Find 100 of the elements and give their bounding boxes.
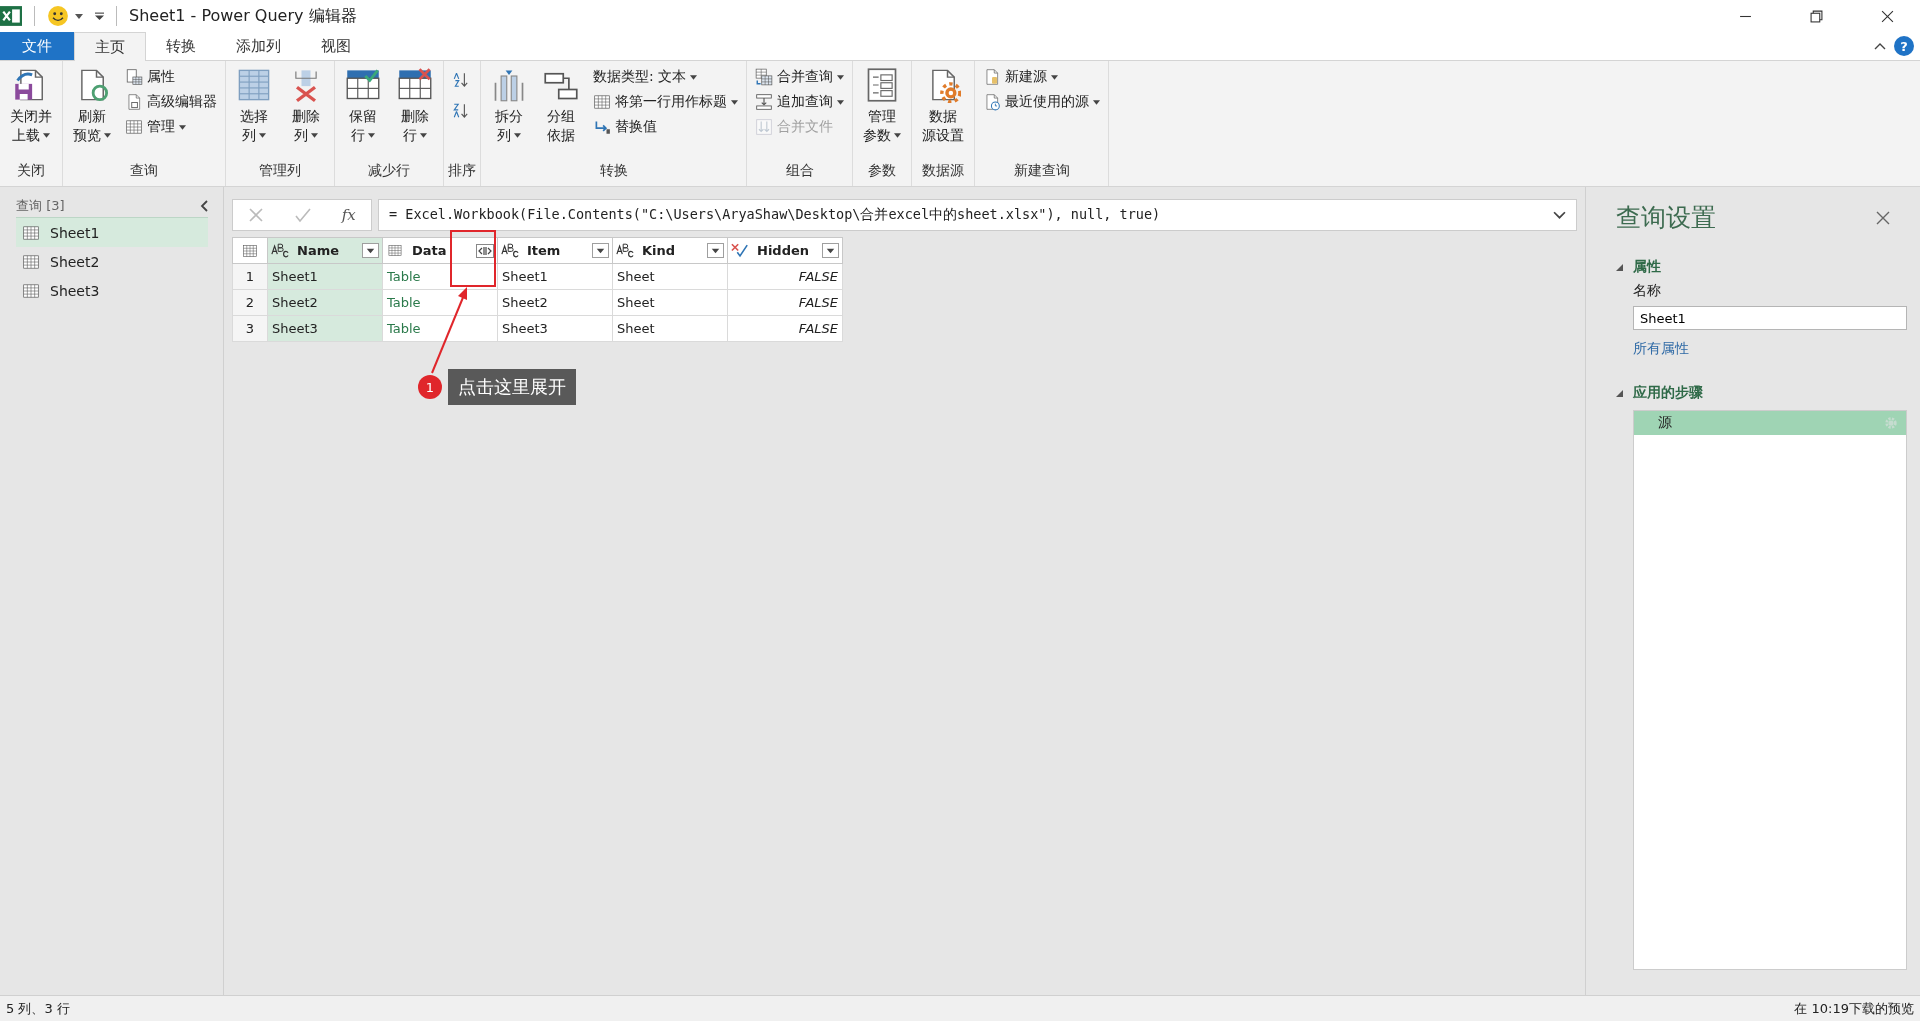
caret-icon — [311, 133, 318, 138]
table-icon — [22, 223, 40, 242]
caret-icon — [43, 133, 50, 138]
ribbon-button[interactable]: 保留 行 — [339, 65, 387, 147]
collapse-triangle-icon[interactable] — [1616, 389, 1623, 397]
ribbon-button[interactable]: 数据类型: 文本 — [589, 65, 742, 89]
name-field[interactable]: Sheet1 — [1633, 306, 1907, 330]
table-type-icon[interactable] — [386, 243, 404, 258]
text-type-icon[interactable] — [501, 243, 519, 258]
filter-dropdown-icon[interactable] — [362, 243, 379, 258]
logical-type-icon[interactable] — [731, 243, 749, 258]
ribbon-button[interactable]: 最近使用的源 — [979, 90, 1104, 114]
expand-column-icon[interactable] — [476, 243, 494, 258]
caret-icon[interactable] — [75, 13, 83, 19]
filter-dropdown-icon[interactable] — [822, 243, 839, 258]
caret-icon — [420, 133, 427, 138]
ribbon-button[interactable]: 拆分 列 — [485, 65, 533, 147]
group-label: 组合 — [784, 161, 815, 180]
ribbon-button[interactable]: 属性 — [121, 65, 221, 89]
caret-icon — [368, 133, 375, 138]
help-button[interactable]: ? — [1894, 36, 1914, 56]
ribbon-button[interactable]: 刷新 预览 — [67, 65, 117, 147]
ribbon-tab[interactable]: 文件 — [0, 32, 74, 60]
caret-icon — [1051, 74, 1058, 80]
customize-menu-icon[interactable] — [95, 11, 104, 21]
caret-icon — [1093, 99, 1100, 105]
ribbon-tab[interactable]: 视图 — [301, 32, 371, 60]
table-icon — [125, 118, 143, 136]
append-icon — [755, 93, 773, 111]
smiley-icon[interactable] — [47, 5, 69, 27]
query-item[interactable]: Sheet3 — [16, 276, 208, 305]
query-item[interactable]: Sheet1 — [16, 218, 208, 247]
caret-icon — [104, 133, 111, 138]
text-type-icon[interactable] — [271, 243, 289, 258]
step-item[interactable]: 源 — [1634, 411, 1906, 435]
row-number: 3 — [232, 315, 268, 342]
column-header[interactable]: Name — [267, 237, 383, 264]
column-header[interactable]: Kind — [612, 237, 728, 264]
combine-files-icon — [755, 118, 773, 136]
collapse-pane-icon[interactable] — [200, 200, 208, 212]
ribbon-button[interactable]: 分组 依据 — [537, 65, 585, 147]
formula-field[interactable]: = Excel.Workbook(File.Contents("C:\Users\AryaShaw\Desktop\合并excel中的sheet.xlsx"), null, true) — [378, 199, 1577, 231]
close-icon[interactable] — [1881, 9, 1894, 23]
all-properties-link[interactable]: 所有属性 — [1633, 340, 1920, 358]
caret-icon — [259, 133, 266, 138]
group-label: 减少行 — [367, 161, 411, 180]
filter-dropdown-icon[interactable] — [592, 243, 609, 258]
ribbon-tab[interactable]: 主页 — [74, 32, 146, 61]
table-cell: Sheet1 — [497, 263, 613, 290]
query-item[interactable]: Sheet2 — [16, 247, 208, 276]
table-cell: Sheet — [612, 315, 728, 342]
status-text: 5 列、3 行 — [6, 999, 70, 1018]
table-cell: Table — [382, 315, 498, 342]
status-text: 在 10:19下载的预览 — [1794, 999, 1914, 1018]
ribbon-tab[interactable]: 转换 — [146, 32, 216, 60]
ribbon-button[interactable]: 高级编辑器 — [121, 90, 221, 114]
column-header[interactable]: Item — [497, 237, 613, 264]
collapse-ribbon-icon[interactable] — [1874, 42, 1886, 50]
fx-button[interactable]: fx — [341, 206, 356, 224]
restore-icon[interactable] — [1810, 9, 1823, 23]
ribbon-button[interactable]: 选择 列 — [230, 65, 278, 147]
sort-icon — [452, 102, 470, 120]
ribbon-button[interactable]: 关闭并 上载 — [4, 65, 58, 147]
ribbon-button[interactable]: 合并查询 — [751, 65, 848, 89]
collapse-triangle-icon[interactable] — [1616, 263, 1623, 271]
ribbon-button[interactable]: 新建源 — [979, 65, 1104, 89]
group-label: 参数 — [867, 161, 897, 180]
caret-icon — [690, 74, 698, 80]
ribbon-button[interactable]: 替换值 — [589, 115, 742, 139]
group-label: 管理列 — [258, 161, 302, 180]
table-cell: Sheet3 — [267, 315, 383, 342]
expand-formula-icon[interactable] — [1553, 210, 1566, 220]
ribbon-button[interactable]: 追加查询 — [751, 90, 848, 114]
table-cell: Sheet — [612, 289, 728, 316]
column-name: Hidden — [756, 243, 811, 258]
ribbon-button[interactable]: 管理 — [121, 115, 221, 139]
table-cell: Sheet — [612, 263, 728, 290]
caret-icon — [894, 133, 901, 138]
recent-source-icon — [983, 93, 1001, 111]
tooltip: 点击这里展开 — [448, 369, 576, 405]
text-type-icon[interactable] — [616, 243, 634, 258]
table-cell: Sheet1 — [267, 263, 383, 290]
section-heading: 属性 — [1633, 258, 1661, 276]
caret-icon — [837, 74, 844, 80]
column-header[interactable]: Data — [382, 237, 498, 264]
replace-icon — [593, 118, 611, 136]
ribbon-button[interactable]: 管理 参数 — [857, 65, 907, 147]
check-icon[interactable] — [295, 207, 311, 223]
table-icon — [593, 93, 611, 111]
ribbon-button[interactable]: 删除 行 — [391, 65, 439, 147]
column-header[interactable]: Hidden — [727, 237, 843, 264]
column-name: Name — [296, 243, 340, 258]
filter-dropdown-icon[interactable] — [707, 243, 724, 258]
ribbon-button[interactable]: 将第一行用作标题 — [589, 90, 742, 114]
ribbon-button[interactable]: 删除 列 — [282, 65, 330, 147]
column-name: Data — [411, 243, 448, 258]
caret-icon — [837, 99, 844, 105]
ribbon-tab[interactable]: 添加列 — [216, 32, 301, 60]
ribbon-button[interactable]: 数据 源设置 — [916, 65, 970, 147]
queries-header: 查询 [3] — [16, 197, 65, 215]
